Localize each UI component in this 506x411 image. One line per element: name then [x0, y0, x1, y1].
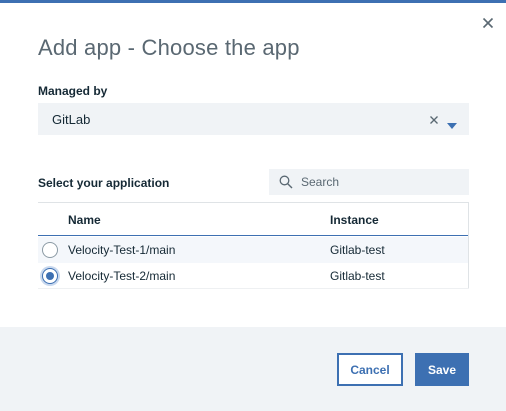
app-name: Velocity-Test-2/main: [68, 269, 176, 283]
app-instance: Gitlab-test: [330, 269, 385, 283]
app-instance: Gitlab-test: [330, 243, 385, 257]
close-icon[interactable]: [479, 14, 497, 32]
clear-icon[interactable]: [429, 112, 439, 124]
app-name: Velocity-Test-1/main: [68, 243, 176, 257]
managed-by-dropdown[interactable]: GitLab: [38, 103, 469, 135]
chevron-down-icon[interactable]: [447, 116, 457, 129]
table-row[interactable]: Velocity-Test-1/main Gitlab-test: [38, 237, 469, 263]
search-box: [269, 169, 469, 195]
managed-by-value: GitLab: [52, 112, 91, 127]
search-icon: [279, 175, 293, 189]
table-row[interactable]: Velocity-Test-2/main Gitlab-test: [38, 263, 469, 289]
cancel-button[interactable]: Cancel: [337, 353, 403, 386]
table-scroll-edge: [468, 202, 469, 288]
modal-footer: Cancel Save: [0, 327, 506, 411]
row-radio-button-selected[interactable]: [42, 268, 58, 284]
column-header-instance[interactable]: Instance: [330, 213, 379, 227]
save-button[interactable]: Save: [415, 353, 469, 386]
managed-by-label: Managed by: [38, 84, 108, 98]
modal-top-stripe: [0, 0, 506, 3]
row-radio-button[interactable]: [42, 242, 58, 258]
select-application-label: Select your application: [38, 176, 170, 190]
add-app-modal: Add app - Choose the app Managed by GitL…: [0, 0, 506, 411]
column-header-name[interactable]: Name: [68, 213, 101, 227]
modal-title: Add app - Choose the app: [38, 35, 300, 60]
search-input[interactable]: [301, 169, 461, 195]
table-header: Name Instance: [38, 203, 469, 236]
application-table: Name Instance Velocity-Test-1/main Gitla…: [38, 202, 469, 289]
